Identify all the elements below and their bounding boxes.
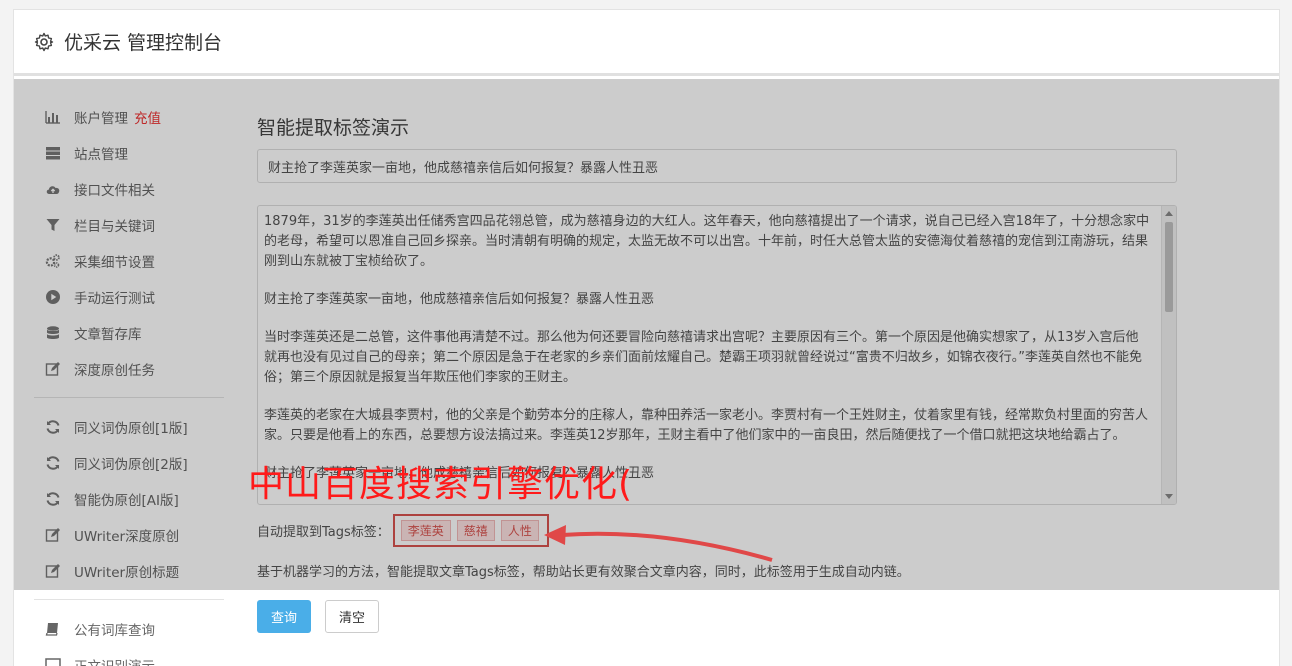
page-title: 优采云 管理控制台: [64, 32, 223, 54]
sidebar-item-label: 公有词库查询: [74, 623, 155, 639]
body-paragraph: 当时李莲英还是二总管，这件事他再清楚不过。那么他为何还要冒险向慈禧请求出宫呢？主…: [264, 330, 1142, 385]
sidebar-item-manual-run[interactable]: 手动运行测试: [34, 279, 224, 315]
sidebar-item-label: 文章暂存库: [74, 327, 142, 343]
sidebar-item-sites[interactable]: 站点管理: [34, 135, 224, 171]
edit-icon: [44, 361, 62, 377]
gear-icon: [34, 32, 54, 51]
annotation-arrow-icon: [544, 525, 773, 562]
sidebar-divider: [34, 599, 224, 600]
tag-badge: 李莲英: [400, 519, 451, 541]
sidebar-item-label: UWriter深度原创: [74, 529, 180, 545]
sidebar-item-label: 智能伪原创[AI版]: [74, 493, 179, 509]
query-button[interactable]: 查询: [257, 600, 311, 633]
clear-button[interactable]: 清空: [325, 600, 379, 633]
database-icon: [44, 325, 62, 341]
textarea-scrollbar[interactable]: [1161, 206, 1176, 504]
action-buttons: 查询 清空: [257, 600, 379, 633]
sidebar-item-label: 同义词伪原创[1版]: [74, 421, 188, 437]
body-paragraph: 李莲英的老家在大城县李贾村，他的父亲是个勤劳本分的庄稼人，靠种田养活一家老小。李…: [264, 408, 1149, 443]
sidebar-item-label: 深度原创任务: [74, 363, 155, 379]
body-paragraph: 1879年，31岁的李莲英出任储秀宫四品花翎总管，成为慈禧身边的大红人。这年春天…: [264, 214, 1150, 269]
panel-header: 优采云 管理控制台: [14, 10, 1279, 76]
sidebar-item-label: 正文识别演示: [74, 655, 155, 666]
sidebar-item-article-storage[interactable]: 文章暂存库: [34, 315, 224, 351]
sidebar-item-public-lexicon[interactable]: 公有词库查询: [34, 611, 224, 647]
sidebar-item-label: 同义词伪原创[2版]: [74, 457, 188, 473]
main-panel: 智能提取标签演示 财主抢了李莲英家一亩地，他成慈禧亲信后如何报复？暴露人性丑恶 …: [257, 109, 1177, 633]
sidebar: 账户管理 充值 站点管理 接口文件相关 栏目与关键词 采集细节设置 手动运行测试…: [34, 99, 224, 666]
bar-chart-icon: [44, 109, 62, 125]
monitor-icon: [44, 657, 62, 666]
sidebar-item-uwriter-title[interactable]: UWriter原创标题: [34, 553, 224, 589]
sidebar-item-label: UWriter原创标题: [74, 565, 180, 581]
sidebar-item-label: 采集细节设置: [74, 255, 155, 271]
sidebar-item-synonym-v2[interactable]: 同义词伪原创[2版]: [34, 445, 224, 481]
refresh-icon: [44, 455, 62, 471]
section-heading: 智能提取标签演示: [257, 117, 410, 139]
book-icon: [44, 621, 62, 637]
body-paragraph: 财主抢了李莲英家一亩地，他成慈禧亲信后如何报复？暴露人性丑恶: [264, 292, 655, 307]
sidebar-item-label: 手动运行测试: [74, 291, 155, 307]
sidebar-divider: [34, 397, 224, 398]
cloud-upload-icon: [44, 181, 62, 197]
watermark-text: 中山百度搜索引擎优化(: [248, 464, 634, 505]
filter-icon: [44, 217, 62, 233]
refresh-icon: [44, 419, 62, 435]
sidebar-item-interface-files[interactable]: 接口文件相关: [34, 171, 224, 207]
tag-badge: 人性: [500, 519, 539, 541]
play-icon: [44, 289, 62, 305]
server-icon: [44, 145, 62, 161]
tags-highlight-box: 李莲英 慈禧 人性: [392, 513, 549, 547]
sidebar-item-collect-settings[interactable]: 采集细节设置: [34, 243, 224, 279]
content-area: 账户管理 充值 站点管理 接口文件相关 栏目与关键词 采集细节设置 手动运行测试…: [14, 79, 1279, 666]
sidebar-item-columns-keywords[interactable]: 栏目与关键词: [34, 207, 224, 243]
tag-badge: 慈禧: [456, 519, 495, 541]
refresh-icon: [44, 491, 62, 507]
edit-icon: [44, 563, 62, 579]
gears-icon: [44, 253, 62, 269]
sidebar-item-text-recognition[interactable]: 正文识别演示: [34, 647, 224, 666]
sidebar-item-deep-original-task[interactable]: 深度原创任务: [34, 351, 224, 387]
sidebar-item-account[interactable]: 账户管理 充值: [34, 99, 224, 135]
scroll-thumb[interactable]: [1165, 222, 1173, 312]
scroll-down-arrow-icon[interactable]: [1165, 494, 1173, 499]
sidebar-item-smart-ai[interactable]: 智能伪原创[AI版]: [34, 481, 224, 517]
title-input[interactable]: 财主抢了李莲英家一亩地，他成慈禧亲信后如何报复？暴露人性丑恶: [257, 149, 1177, 183]
sidebar-item-label: 站点管理: [74, 147, 128, 163]
tags-label: 自动提取到Tags标签：: [257, 524, 390, 540]
recharge-link[interactable]: 充值: [134, 107, 161, 127]
scroll-up-arrow-icon[interactable]: [1165, 211, 1173, 216]
sidebar-item-label: 接口文件相关: [74, 183, 155, 199]
sidebar-item-label: 账户管理: [74, 111, 128, 127]
sidebar-item-label: 栏目与关键词: [74, 219, 155, 235]
tags-row: 自动提取到Tags标签： 李莲英 慈禧 人性: [257, 513, 549, 547]
sidebar-item-synonym-v1[interactable]: 同义词伪原创[1版]: [34, 409, 224, 445]
edit-icon: [44, 527, 62, 543]
sidebar-item-uwriter-deep[interactable]: UWriter深度原创: [34, 517, 224, 553]
